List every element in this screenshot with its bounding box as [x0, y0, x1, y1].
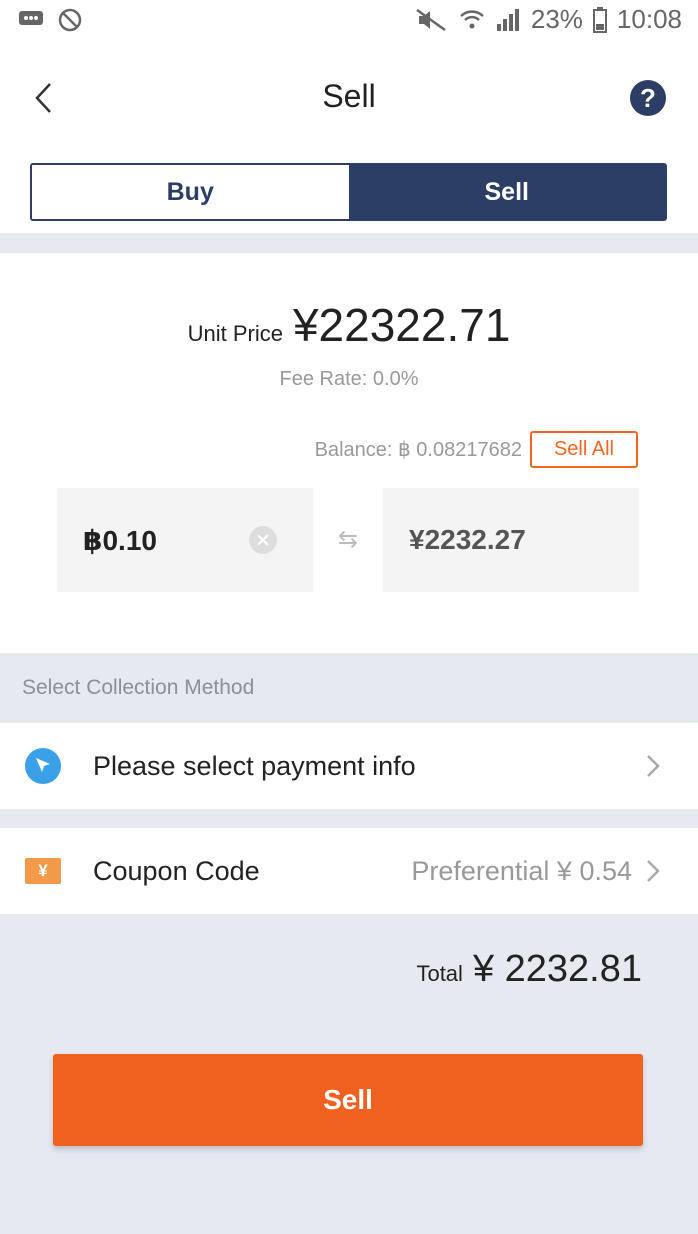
signal-icon — [496, 8, 519, 31]
coupon-code-label: Coupon Code — [93, 855, 260, 886]
message-icon — [19, 11, 43, 25]
tab-sell[interactable]: Sell — [348, 165, 665, 219]
clear-icon[interactable] — [249, 526, 277, 554]
order-card: Unit Price ¥22322.71 Fee Rate: 0.0% Bala… — [0, 253, 698, 653]
coupon-value: Preferential ¥ 0.54 — [411, 855, 632, 886]
coupon-code-row[interactable]: ¥ Coupon Code Preferential ¥ 0.54 — [0, 828, 698, 914]
balance-row: Balance: ฿ 0.08217682 Sell All — [315, 431, 638, 468]
chevron-right-icon — [647, 860, 660, 882]
cny-amount-value: ¥2232.27 — [409, 524, 526, 555]
btc-amount-input[interactable]: ฿0.10 — [57, 488, 313, 592]
total-value: ¥ 2232.81 — [472, 948, 642, 990]
mute-icon — [416, 8, 446, 31]
page-title: Sell — [322, 78, 376, 114]
unit-price-label: Unit Price — [187, 321, 283, 346]
swap-icon: ⇆ — [337, 526, 359, 553]
fee-rate: Fee Rate: 0.0% — [279, 368, 419, 390]
battery-icon — [592, 6, 607, 33]
navigation-bar: Sell ? — [0, 40, 698, 155]
balance-text: Balance: ฿ 0.08217682 — [314, 439, 522, 461]
payment-info-label: Please select payment info — [93, 750, 416, 781]
clock: 10:08 — [616, 4, 682, 34]
total-row: Total ¥ 2232.81 — [416, 948, 642, 991]
wifi-icon — [460, 9, 484, 28]
total-label: Total — [416, 961, 463, 986]
collection-method-heading: Select Collection Method — [22, 676, 255, 699]
cny-amount-input[interactable]: ¥2232.27 — [383, 488, 639, 592]
unit-price-value: ¥22322.71 — [292, 299, 511, 351]
payment-info-row[interactable]: Please select payment info — [0, 723, 698, 809]
blocked-icon — [58, 8, 82, 32]
status-bar: 23% 10:08 — [0, 0, 698, 40]
btc-amount-value: ฿0.10 — [83, 524, 157, 556]
sell-all-button[interactable]: Sell All — [529, 431, 638, 468]
tab-buy[interactable]: Buy — [32, 165, 349, 219]
chevron-right-icon — [647, 755, 660, 777]
sell-button[interactable]: Sell — [53, 1054, 643, 1146]
trade-mode-tabs: Buy Sell — [0, 155, 698, 233]
help-icon[interactable]: ? — [630, 80, 666, 116]
battery-percent: 23% — [530, 4, 583, 34]
unit-price-row: Unit Price ¥22322.71 — [0, 298, 698, 352]
coupon-icon: ¥ — [25, 858, 61, 884]
cursor-arrow-icon — [25, 748, 61, 784]
